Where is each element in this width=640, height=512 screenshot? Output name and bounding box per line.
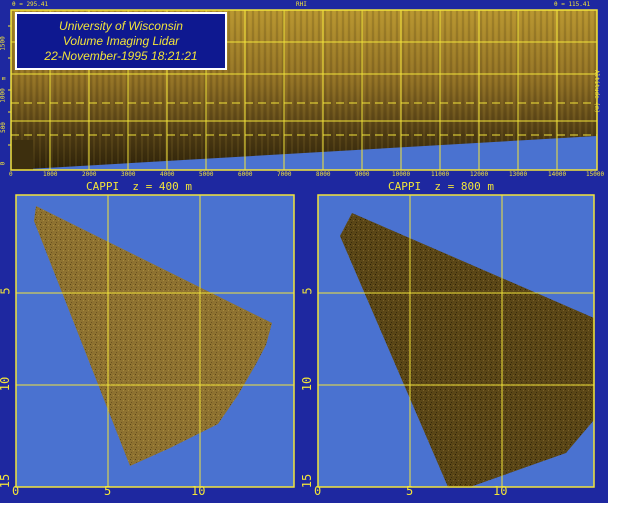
title-line-datetime: 22-November-1995 18:21:21 bbox=[44, 49, 198, 63]
rhi-x-tick: 14000 bbox=[548, 171, 567, 178]
rhi-mode-label: RHI bbox=[296, 1, 307, 8]
title-line-institution: University of Wisconsin bbox=[59, 19, 183, 33]
cappi-right-x-tick-0: 0 bbox=[314, 484, 322, 498]
rhi-y-tick-1000: 1000 bbox=[0, 88, 7, 103]
rhi-x-tick: 11000 bbox=[431, 171, 450, 178]
rhi-x-tick-labels: 0 1000 2000 3000 4000 5000 6000 7000 800… bbox=[0, 171, 608, 179]
rhi-x-tick: 0 bbox=[9, 171, 13, 178]
rhi-x-tick: 12000 bbox=[470, 171, 489, 178]
rhi-x-tick: 3000 bbox=[121, 171, 136, 178]
rhi-x-tick: 1000 bbox=[43, 171, 58, 178]
rhi-y-tick-500: 500 bbox=[0, 122, 7, 133]
cappi-right-x-tick-5: 5 bbox=[406, 484, 414, 498]
cappi-left-y-tick-5: 5 bbox=[0, 287, 13, 295]
cappi-right-x-tick-10: 10 bbox=[493, 484, 508, 498]
rhi-panel bbox=[8, 9, 598, 488]
rhi-x-tick: 13000 bbox=[509, 171, 528, 178]
cappi-left-x-tick-0: 0 bbox=[12, 484, 20, 498]
rhi-y-tick-0: 0 bbox=[0, 161, 7, 166]
cappi-left-x-tick-10: 10 bbox=[191, 484, 206, 498]
cappi-right-y-tick-5: 5 bbox=[300, 287, 315, 295]
rhi-x-tick: 8000 bbox=[316, 171, 331, 178]
rhi-y-tick-1500: 1500 bbox=[0, 36, 7, 51]
cappi-left-title: CAPPI z = 400 m bbox=[86, 180, 192, 193]
rhi-x-tick: 2000 bbox=[82, 171, 97, 178]
title-line-instrument: Volume Imaging Lidar bbox=[62, 34, 180, 48]
rhi-right-axis-label: Altitude (m) bbox=[593, 69, 601, 114]
rhi-x-tick: 4000 bbox=[160, 171, 175, 178]
cappi-left-x-tick-5: 5 bbox=[104, 484, 112, 498]
rhi-x-tick: 15000 bbox=[586, 171, 605, 178]
rhi-azimuth-right: θ = 115.41 bbox=[554, 1, 591, 8]
cappi-right-title: CAPPI z = 800 m bbox=[388, 180, 494, 193]
rhi-azimuth-left: θ = 295.41 bbox=[12, 1, 49, 8]
rhi-x-tick: 5000 bbox=[199, 171, 214, 178]
title-box: University of Wisconsin Volume Imaging L… bbox=[15, 12, 227, 70]
rhi-x-tick: 6000 bbox=[238, 171, 253, 178]
rhi-x-tick: 9000 bbox=[355, 171, 370, 178]
cappi-right-y-tick-15: 15 bbox=[300, 473, 315, 489]
rhi-x-tick: 7000 bbox=[277, 171, 292, 178]
rhi-y-unit: m bbox=[0, 76, 8, 81]
rhi-x-tick: 10000 bbox=[392, 171, 411, 178]
cappi-left-y-tick-15: 15 bbox=[0, 473, 13, 489]
cappi-right-y-tick-10: 10 bbox=[300, 376, 315, 392]
cappi-left-y-tick-10: 10 bbox=[0, 376, 13, 392]
